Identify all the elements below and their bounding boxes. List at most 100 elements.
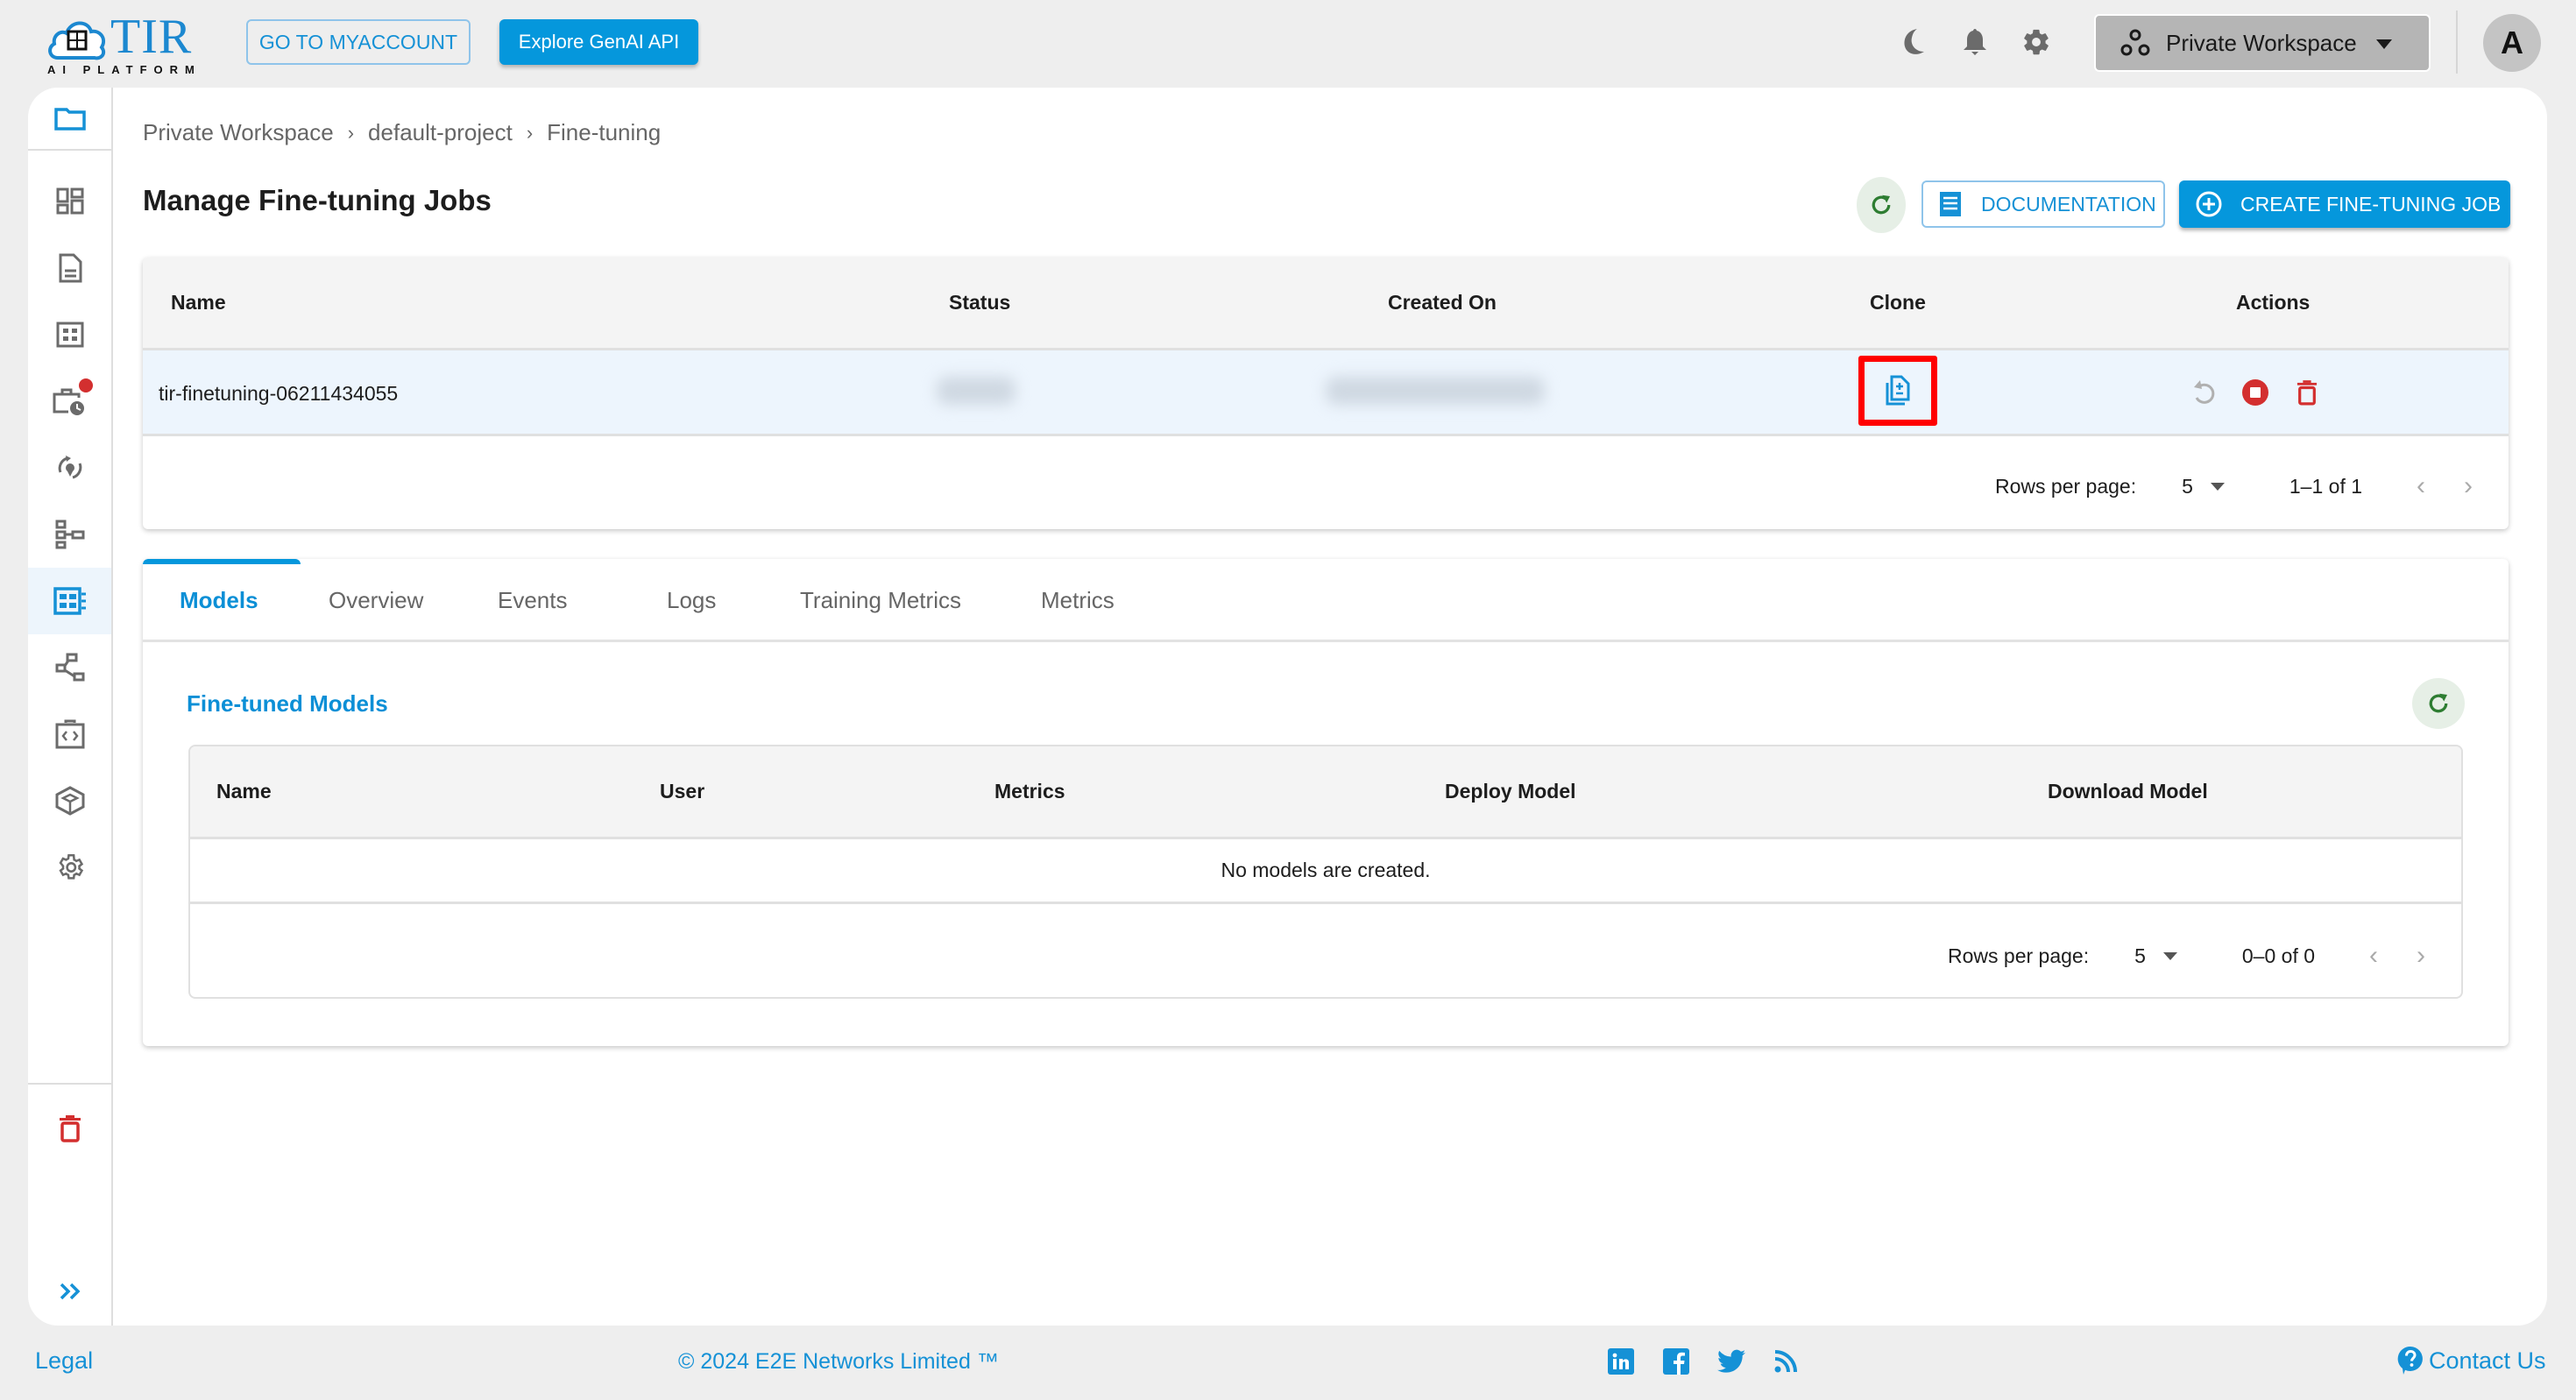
document-icon [59, 253, 81, 283]
refresh-models-button[interactable] [2412, 678, 2465, 729]
contact-us-label: Contact Us [2429, 1347, 2546, 1374]
tab-metrics[interactable]: Metrics [1041, 587, 1115, 614]
pipeline-icon [55, 520, 84, 549]
tab-events[interactable]: Events [498, 587, 568, 614]
fine-tuning-icon [53, 587, 86, 615]
breadcrumb: Private Workspace › default-project › Fi… [143, 119, 661, 146]
settings-icon [58, 853, 83, 880]
tab-models[interactable]: Models [180, 587, 258, 614]
rows-per-page-label: Rows per page: [1948, 944, 2090, 967]
sidebar-item-models[interactable] [28, 767, 111, 834]
explore-genai-api-button[interactable]: Explore GenAI API [499, 19, 698, 65]
sidebar-item-trash[interactable] [28, 1095, 111, 1162]
sidebar-item-documents[interactable] [28, 235, 111, 301]
cloud-logo-icon [48, 21, 106, 60]
job-created-on-blurred [1326, 377, 1545, 405]
column-header-created-on[interactable]: Created On [1388, 291, 1497, 315]
sidebar-item-settings[interactable] [28, 834, 111, 901]
divider [2456, 11, 2458, 74]
sidebar-item-grid[interactable] [28, 301, 111, 368]
contact-us-link[interactable]: Contact Us [2397, 1346, 2546, 1375]
refresh-jobs-button[interactable] [1857, 177, 1906, 233]
notification-badge [79, 378, 93, 392]
inference-icon [58, 456, 81, 479]
sidebar-item-dashboard[interactable] [28, 168, 111, 235]
legal-link[interactable]: Legal [35, 1347, 93, 1375]
breadcrumb-project[interactable]: default-project [368, 119, 513, 146]
help-bubble-icon [2397, 1346, 2423, 1375]
tab-logs[interactable]: Logs [667, 587, 716, 614]
delete-job-button[interactable] [2291, 377, 2323, 408]
retry-job-button[interactable] [2188, 377, 2219, 408]
cube-icon [55, 786, 84, 816]
sidebar-divider [28, 1083, 111, 1085]
share-graph-icon [55, 653, 84, 682]
column-header-name: Name [216, 780, 272, 803]
documentation-button[interactable]: DOCUMENTATION [1921, 180, 2165, 228]
sidebar-item-scheduled-jobs[interactable] [28, 368, 111, 435]
documentation-label: DOCUMENTATION [1981, 192, 2156, 216]
clone-job-button[interactable] [1858, 356, 1937, 426]
refresh-icon [2429, 693, 2448, 713]
sidebar-item-inference[interactable] [28, 435, 111, 501]
user-avatar[interactable]: A [2483, 14, 2541, 72]
jobs-pagination: Rows per page: 5 1–1 of 1 ‹ › [1995, 471, 2473, 501]
breadcrumb-separator: › [526, 121, 534, 144]
sidebar-expand-button[interactable] [28, 1265, 111, 1318]
next-page-button[interactable]: › [2417, 941, 2425, 971]
workspace-selector[interactable]: Private Workspace [2094, 14, 2431, 72]
column-header-clone: Clone [1870, 291, 1926, 314]
facebook-icon[interactable] [1662, 1347, 1690, 1375]
stop-job-button[interactable] [2240, 377, 2271, 408]
rows-per-page-select[interactable]: 5 [2182, 475, 2225, 498]
documentation-icon [1940, 192, 1961, 216]
tir-logo[interactable]: TIR AI PLATFORM [46, 10, 205, 76]
models-table: Name User Metrics Deploy Model Download … [188, 745, 2463, 999]
sidebar-item-projects[interactable] [28, 88, 111, 149]
bell-icon[interactable] [1957, 25, 1992, 60]
refresh-icon [1872, 194, 1891, 215]
rss-icon[interactable] [1772, 1347, 1800, 1375]
pagination-range: 1–1 of 1 [2289, 474, 2363, 498]
rows-per-page-value: 5 [2182, 474, 2193, 498]
jobs-table: Name Status Created On Clone Actions tir… [143, 258, 2509, 529]
breadcrumb-current: Fine-tuning [547, 119, 662, 145]
go-to-myaccount-button[interactable]: GO TO MYACCOUNT [246, 19, 471, 65]
caret-down-icon [2162, 951, 2177, 960]
twitter-icon[interactable] [1717, 1347, 1745, 1375]
next-page-button[interactable]: › [2464, 471, 2473, 501]
main-content: Private Workspace › default-project › Fi… [113, 88, 2547, 1326]
code-icon [55, 719, 84, 749]
gear-icon[interactable] [2019, 25, 2054, 60]
breadcrumb-workspace[interactable]: Private Workspace [143, 119, 334, 146]
logo-title: TIR [110, 10, 193, 64]
models-pagination: Rows per page: 5 0–0 of 0 ‹ › [1948, 941, 2425, 971]
create-fine-tuning-job-button[interactable]: CREATE FINE-TUNING JOB [2179, 180, 2510, 228]
undo-icon [2194, 380, 2215, 404]
sidebar-item-pipelines[interactable] [28, 501, 111, 568]
sidebar-item-fine-tuning[interactable] [28, 568, 111, 634]
pagination-range: 0–0 of 0 [2241, 944, 2316, 967]
linkedin-icon[interactable] [1607, 1347, 1635, 1375]
previous-page-button[interactable]: ‹ [2417, 471, 2425, 501]
table-header: Name Status Created On Clone Actions [143, 258, 2509, 350]
sidebar-item-code[interactable] [28, 701, 111, 767]
stop-icon [2242, 379, 2268, 406]
create-label: CREATE FINE-TUNING JOB [2240, 192, 2502, 216]
previous-page-button[interactable]: ‹ [2369, 941, 2378, 971]
tab-training-metrics[interactable]: Training Metrics [800, 587, 961, 614]
table-row[interactable]: tir-finetuning-06211434055 [143, 350, 2509, 436]
job-status-blurred [937, 377, 1016, 405]
folder-icon [53, 108, 86, 131]
job-name[interactable]: tir-finetuning-06211434055 [159, 382, 398, 406]
column-header-metrics: Metrics [994, 780, 1065, 803]
logo-subtitle: AI PLATFORM [47, 63, 202, 76]
rows-per-page-select[interactable]: 5 [2134, 944, 2177, 968]
rows-per-page-label: Rows per page: [1995, 474, 2137, 498]
table-header: Name User Metrics Deploy Model Download … [190, 746, 2461, 839]
column-header-status[interactable]: Status [949, 291, 1010, 315]
column-header-name[interactable]: Name [171, 291, 226, 315]
tab-overview[interactable]: Overview [329, 587, 423, 614]
sidebar-item-graph[interactable] [28, 634, 111, 701]
moon-icon[interactable] [1896, 25, 1931, 60]
